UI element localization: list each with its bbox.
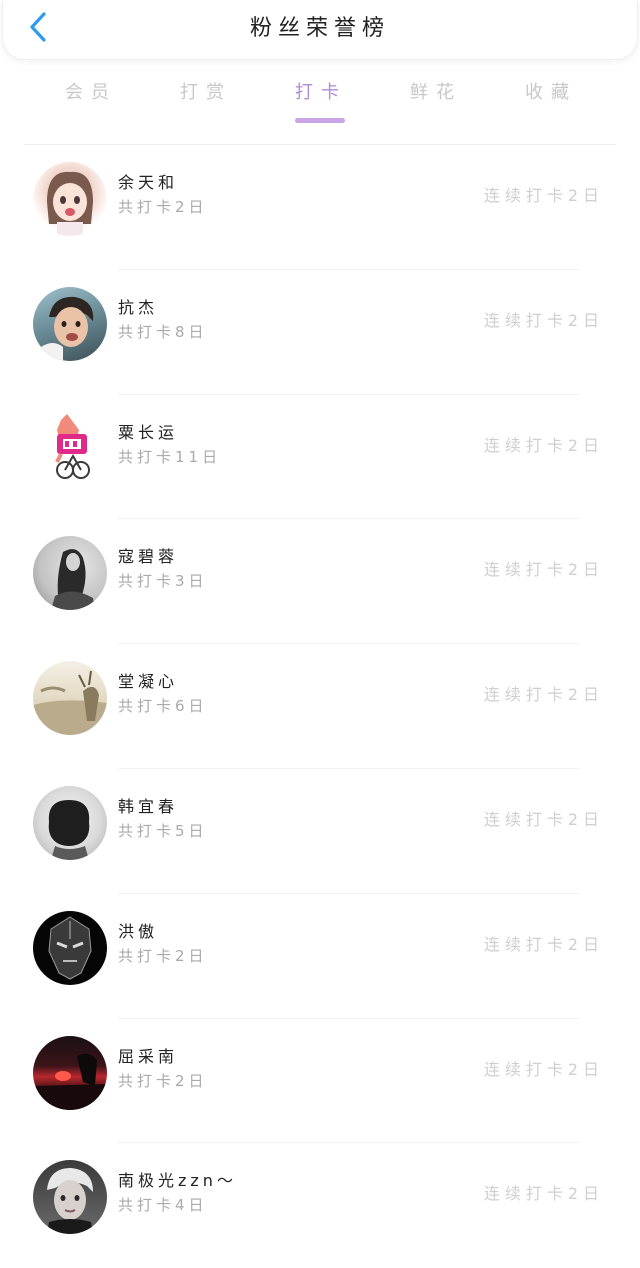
streak-checkins: 连续打卡2日: [483, 809, 604, 829]
streak-checkins: 连续打卡2日: [483, 1059, 604, 1079]
tab-tips[interactable]: 打赏: [156, 78, 256, 104]
avatar: [33, 1160, 107, 1235]
patrick-bike-icon: [55, 413, 90, 479]
fan-name: 屈采南: [118, 1046, 179, 1066]
total-checkins: 共打卡5日: [118, 821, 208, 840]
total-checkins: 共打卡3日: [118, 572, 208, 591]
avatar: [33, 785, 107, 860]
tab-checkin[interactable]: 打卡: [271, 78, 371, 104]
avatar: [33, 661, 107, 736]
deer-field-icon: [33, 671, 107, 736]
avatar: [33, 536, 107, 611]
fan-name: 余天和: [118, 173, 179, 192]
curly-hair-icon: [48, 799, 90, 860]
girl-grayscale-icon: [51, 549, 95, 611]
total-checkins: 共打卡4日: [118, 1196, 208, 1215]
total-checkins: 共打卡6日: [118, 697, 208, 716]
avatar: [33, 411, 107, 486]
fan-name: 寇碧蓉: [118, 547, 179, 567]
total-checkins: 共打卡8日: [118, 322, 208, 341]
list-item[interactable]: 南极光zzn～ 共打卡4日 连续打卡2日: [0, 1143, 640, 1268]
list-item[interactable]: 洪傲 共打卡2日 连续打卡2日: [0, 894, 640, 1019]
list-item[interactable]: 韩宜春 共打卡5日 连续打卡2日: [0, 769, 640, 894]
list-item[interactable]: 抗杰 共打卡8日 连续打卡2日: [0, 270, 640, 395]
streak-checkins: 连续打卡2日: [483, 1184, 604, 1204]
total-checkins: 共打卡2日: [118, 198, 208, 216]
avatar: [33, 286, 107, 361]
fan-ranking-list: 余天和 共打卡2日 连续打卡2日 抗杰 共打卡8日 连续打卡2日 粟长运 共打卡…: [0, 145, 640, 1268]
sunset-icon: [33, 1053, 107, 1110]
dark-mask-icon: [48, 916, 92, 980]
page-title: 粉丝荣誉榜: [249, 16, 390, 41]
tab-flowers[interactable]: 鲜花: [386, 78, 486, 104]
boy-photo-icon: [37, 296, 94, 361]
tab-members[interactable]: 会员: [41, 78, 141, 104]
avatar: [33, 162, 107, 236]
cartoon-girl-icon: [47, 171, 93, 236]
streak-checkins: 连续打卡2日: [483, 560, 604, 580]
avatar: [33, 1035, 107, 1110]
list-item[interactable]: 屈采南 共打卡2日 连续打卡2日: [0, 1019, 640, 1144]
fan-name: 堂凝心: [118, 672, 179, 692]
fan-name: 韩宜春: [118, 796, 179, 816]
fan-name: 洪傲: [118, 921, 159, 941]
list-item[interactable]: 堂凝心 共打卡6日 连续打卡2日: [0, 644, 640, 769]
streak-checkins: 连续打卡2日: [483, 310, 604, 330]
top-bar: 粉丝荣誉榜: [2, 0, 638, 60]
list-item[interactable]: 寇碧蓉 共打卡3日 连续打卡2日: [0, 519, 640, 645]
fan-name: 抗杰: [118, 297, 159, 317]
total-checkins: 共打卡2日: [118, 946, 208, 965]
streak-checkins: 连续打卡2日: [483, 186, 604, 205]
streak-checkins: 连续打卡2日: [483, 934, 604, 954]
fan-name: 粟长运: [118, 422, 179, 442]
avatar: [33, 910, 107, 985]
streak-checkins: 连续打卡2日: [483, 435, 604, 455]
total-checkins: 共打卡2日: [118, 1071, 208, 1090]
blond-boy-icon: [47, 1168, 93, 1235]
active-tab-indicator: [295, 118, 345, 123]
list-item[interactable]: 余天和 共打卡2日 连续打卡2日: [0, 145, 640, 270]
list-item[interactable]: 粟长运 共打卡11日 连续打卡2日: [0, 395, 640, 520]
total-checkins: 共打卡11日: [118, 447, 222, 466]
fan-name: 南极光zzn～: [118, 1171, 237, 1191]
streak-checkins: 连续打卡2日: [483, 685, 604, 705]
tab-bar: 会员 打赏 打卡 鲜花 收藏: [0, 72, 640, 126]
tab-favorites[interactable]: 收藏: [501, 78, 601, 104]
